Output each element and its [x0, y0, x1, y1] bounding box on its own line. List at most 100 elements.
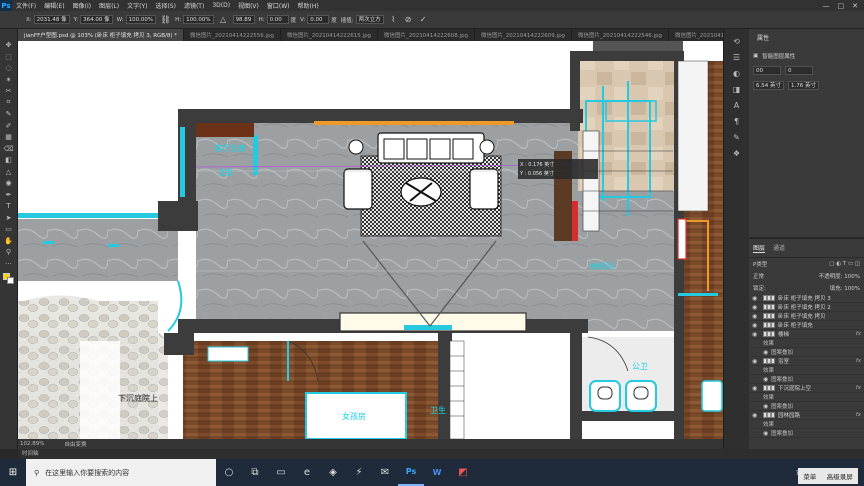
angle-input[interactable]: 98.89 [232, 15, 255, 24]
visibility-eye-icon[interactable]: ◉ [752, 385, 760, 392]
marquee-tool-icon[interactable]: ⬚ [3, 53, 15, 61]
prop-width-input[interactable]: 6.54 英寸 [753, 81, 784, 90]
task-view-icon[interactable]: ⧉ [242, 459, 268, 486]
windows-start-icon[interactable]: ⊞ [0, 459, 26, 486]
commit-transform-icon[interactable]: ✓ [418, 14, 429, 25]
visibility-eye-icon[interactable]: ◉ [752, 322, 760, 329]
layer-row[interactable]: ◉ 卧床 柜子填充 拷贝 2 [749, 303, 864, 312]
menu-help[interactable]: 帮助(H) [294, 1, 323, 10]
move-tool-icon[interactable]: ✥ [3, 41, 15, 49]
taskbar-search-box[interactable]: ⚲ 在这里输入你要搜索的内容 [26, 459, 216, 486]
timeline-panel-header[interactable]: 时间轴 [18, 449, 864, 459]
lasso-tool-icon[interactable]: ◌ [3, 64, 15, 72]
mail-icon[interactable]: ✉ [372, 459, 398, 486]
stamp-tool-icon[interactable]: ✐ [3, 122, 15, 130]
menu-type[interactable]: 文字(Y) [123, 1, 151, 10]
layer-effect-row[interactable]: 效果 [749, 339, 864, 348]
hand-tool-icon[interactable]: ✋ [3, 237, 15, 245]
edge-browser-icon[interactable]: e [294, 459, 320, 486]
background-color-swatch[interactable] [6, 277, 14, 284]
layer-row[interactable]: ◉ 园林园路 fx [749, 411, 864, 420]
layer-row[interactable]: ◉ 卧床 柜子填充 [749, 321, 864, 330]
type-tool-icon[interactable]: T [3, 202, 15, 210]
dodge-tool-icon[interactable]: ◉ [3, 179, 15, 187]
tab-document[interactable]: 微信图片_20210414222609.jpg [475, 29, 573, 41]
width-input[interactable]: 100.00% [125, 15, 157, 24]
menu-layer[interactable]: 图层(L) [95, 1, 123, 10]
tab-layers[interactable]: 图层 [753, 243, 766, 253]
pen-tool-icon[interactable]: ✒ [3, 191, 15, 199]
crop-tool-icon[interactable]: ✂ [3, 87, 15, 95]
visibility-eye-icon[interactable]: ◉ [752, 358, 760, 365]
tab-document[interactable]: 微信图片_2021041422252 [669, 29, 723, 41]
app-icon[interactable]: ◩ [450, 459, 476, 486]
file-explorer-icon[interactable]: ▭ [268, 459, 294, 486]
path-select-tool-icon[interactable]: ➤ [3, 214, 15, 222]
opacity-input[interactable]: 100% [844, 274, 860, 280]
properties-icon[interactable]: ☰ [733, 53, 740, 62]
magic-wand-tool-icon[interactable]: ✶ [3, 76, 15, 84]
menu-button[interactable]: 菜单 [803, 471, 816, 481]
tab-document[interactable]: 微信图片_20210414222615.jpg [281, 29, 379, 41]
text-icon[interactable]: A [734, 101, 739, 110]
minimize-button[interactable]: — [823, 2, 830, 10]
layer-effect-row[interactable]: ◉ 图案叠加 [749, 402, 864, 411]
hskew-input[interactable]: 0.00 [266, 15, 289, 24]
height-input[interactable]: 100.00% [183, 15, 214, 24]
menu-file[interactable]: 文件(F) [12, 1, 40, 10]
visibility-eye-icon[interactable]: ◉ [752, 412, 760, 419]
gradient-tool-icon[interactable]: ◧ [3, 156, 15, 164]
frame-tool-icon[interactable]: ⌗ [3, 98, 15, 107]
prop-field-d[interactable]: 0 [785, 66, 813, 75]
menu-3d[interactable]: 3D(D) [208, 2, 234, 9]
menu-select[interactable]: 选择(S) [151, 1, 180, 10]
layer-row[interactable]: ◉ 楼梯 fx [749, 330, 864, 339]
visibility-eye-icon[interactable]: ◉ [763, 430, 771, 437]
history-icon[interactable]: ⟲ [733, 37, 740, 46]
prop-height-input[interactable]: 1.76 英寸 [788, 81, 819, 90]
layer-effect-row[interactable]: 效果 [749, 366, 864, 375]
menu-view[interactable]: 视图(V) [234, 1, 263, 10]
visibility-eye-icon[interactable]: ◉ [752, 295, 760, 302]
zoom-level[interactable]: 102.89% [20, 441, 44, 447]
tab-active-document[interactable]: jianFF户型图.psd @ 103% (卧床 柜子填充 拷贝 3, RGB/… [18, 29, 185, 41]
app-shortcut-icon[interactable]: ⚡ [346, 459, 372, 486]
menu-image[interactable]: 图像(I) [69, 1, 95, 10]
layer-row[interactable]: ◉ 浴室 fx [749, 357, 864, 366]
x-input[interactable]: 2031.48 像 [33, 15, 70, 24]
tab-document[interactable]: 微信图片_20210414222556.jpg [184, 29, 282, 41]
layer-effect-row[interactable]: 效果 [749, 393, 864, 402]
layer-row[interactable]: ◉ 卧床 柜子填充 拷贝 [749, 312, 864, 321]
interpolation-select[interactable]: 两次立方 [355, 15, 384, 24]
warp-icon[interactable]: ⌇ [388, 14, 399, 25]
tab-document[interactable]: 微信图片_20210414222546.jpg [572, 29, 670, 41]
shape-tool-icon[interactable]: ▭ [3, 225, 15, 233]
fx-icon[interactable]: fx [856, 331, 861, 337]
fx-icon[interactable]: fx [856, 385, 861, 391]
cortana-icon[interactable]: ○ [216, 459, 242, 486]
styles-icon[interactable]: ◨ [733, 85, 741, 94]
color-swatches[interactable] [2, 273, 15, 285]
close-button[interactable]: ✕ [852, 2, 858, 10]
visibility-eye-icon[interactable]: ◉ [752, 331, 760, 338]
fill-input[interactable]: 100% [844, 286, 860, 292]
visibility-eye-icon[interactable]: ◉ [752, 304, 760, 311]
vskew-input[interactable]: 0.00 [307, 15, 330, 24]
history-brush-tool-icon[interactable]: ▦ [3, 133, 15, 141]
chrome-browser-icon[interactable]: ◈ [320, 459, 346, 486]
cancel-transform-icon[interactable]: ⊘ [403, 14, 414, 25]
prop-field-c[interactable]: 00 [753, 66, 781, 75]
word-icon[interactable]: W [424, 459, 450, 486]
tab-document[interactable]: 微信图片_20210414222608.jpg [378, 29, 476, 41]
eraser-tool-icon[interactable]: ⌫ [3, 145, 15, 153]
fx-icon[interactable]: fx [856, 412, 861, 418]
document-canvas[interactable]: X : 0.176 英寸 Y : 0.056 英寸 客厅走廊 主卧 楼梯间 下沉… [18, 41, 723, 439]
fx-icon[interactable]: fx [856, 358, 861, 364]
menu-edit[interactable]: 编辑(E) [40, 1, 68, 10]
paragraph-icon[interactable]: ¶ [734, 117, 739, 126]
layer-row[interactable]: ◉ 下沉庭院上空 fx [749, 384, 864, 393]
blend-mode-select[interactable]: 正常 [753, 272, 764, 280]
layer-effect-row[interactable]: ◉ 图案叠加 [749, 429, 864, 438]
visibility-eye-icon[interactable]: ◉ [763, 376, 771, 383]
filter-icons[interactable]: ▢ ◐ T ▭ ◫ [829, 261, 860, 267]
